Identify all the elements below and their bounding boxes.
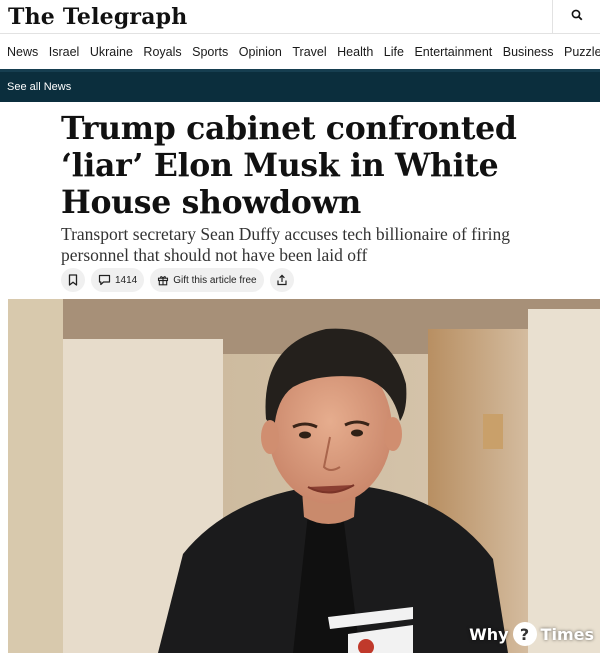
- article-headline: Trump cabinet confronted ‘liar’ Elon Mus…: [61, 110, 517, 221]
- nav-item-health[interactable]: Health: [337, 45, 373, 59]
- gift-article-label: Gift this article free: [173, 274, 257, 286]
- nav-item-royals[interactable]: Royals: [143, 45, 181, 59]
- comments-button[interactable]: 1414: [91, 268, 145, 292]
- nav-item-ukraine[interactable]: Ukraine: [90, 45, 133, 59]
- search-icon: [571, 8, 583, 26]
- nav-item-life[interactable]: Life: [384, 45, 404, 59]
- nav-item-israel[interactable]: Israel: [49, 45, 80, 59]
- gift-article-button[interactable]: Gift this article free: [150, 268, 264, 292]
- primary-nav: News Israel Ukraine Royals Sports Opinio…: [0, 35, 600, 69]
- article-hero-image: [8, 299, 600, 653]
- comment-icon: [98, 274, 111, 286]
- bookmark-icon: [68, 274, 78, 286]
- site-logo[interactable]: The Telegraph: [8, 4, 187, 30]
- nav-item-entertainment[interactable]: Entertainment: [414, 45, 492, 59]
- gift-icon: [157, 274, 169, 286]
- nav-item-sports[interactable]: Sports: [192, 45, 228, 59]
- nav-item-puzzles[interactable]: Puzzles: [564, 45, 600, 59]
- section-subbar: See all News: [0, 69, 600, 102]
- nav-item-opinion[interactable]: Opinion: [239, 45, 282, 59]
- share-icon: [276, 274, 288, 286]
- nav-item-news[interactable]: News: [7, 45, 38, 59]
- comment-count: 1414: [115, 274, 138, 286]
- see-all-news-link[interactable]: See all News: [7, 81, 71, 93]
- watermark-mark: ?: [512, 622, 537, 646]
- nav-item-business[interactable]: Business: [503, 45, 554, 59]
- watermark-right: Times: [540, 624, 594, 644]
- source-watermark: Why ? Times: [469, 620, 594, 648]
- article-standfirst: Transport secretary Sean Duffy accuses t…: [61, 224, 511, 265]
- masthead: The Telegraph: [0, 0, 600, 34]
- bookmark-button[interactable]: [61, 268, 85, 292]
- search-button[interactable]: [552, 0, 600, 34]
- nav-item-travel[interactable]: Travel: [292, 45, 326, 59]
- share-button[interactable]: [269, 268, 294, 292]
- watermark-left: Why: [469, 624, 509, 644]
- article-actions: 1414 Gift this article free: [61, 268, 300, 292]
